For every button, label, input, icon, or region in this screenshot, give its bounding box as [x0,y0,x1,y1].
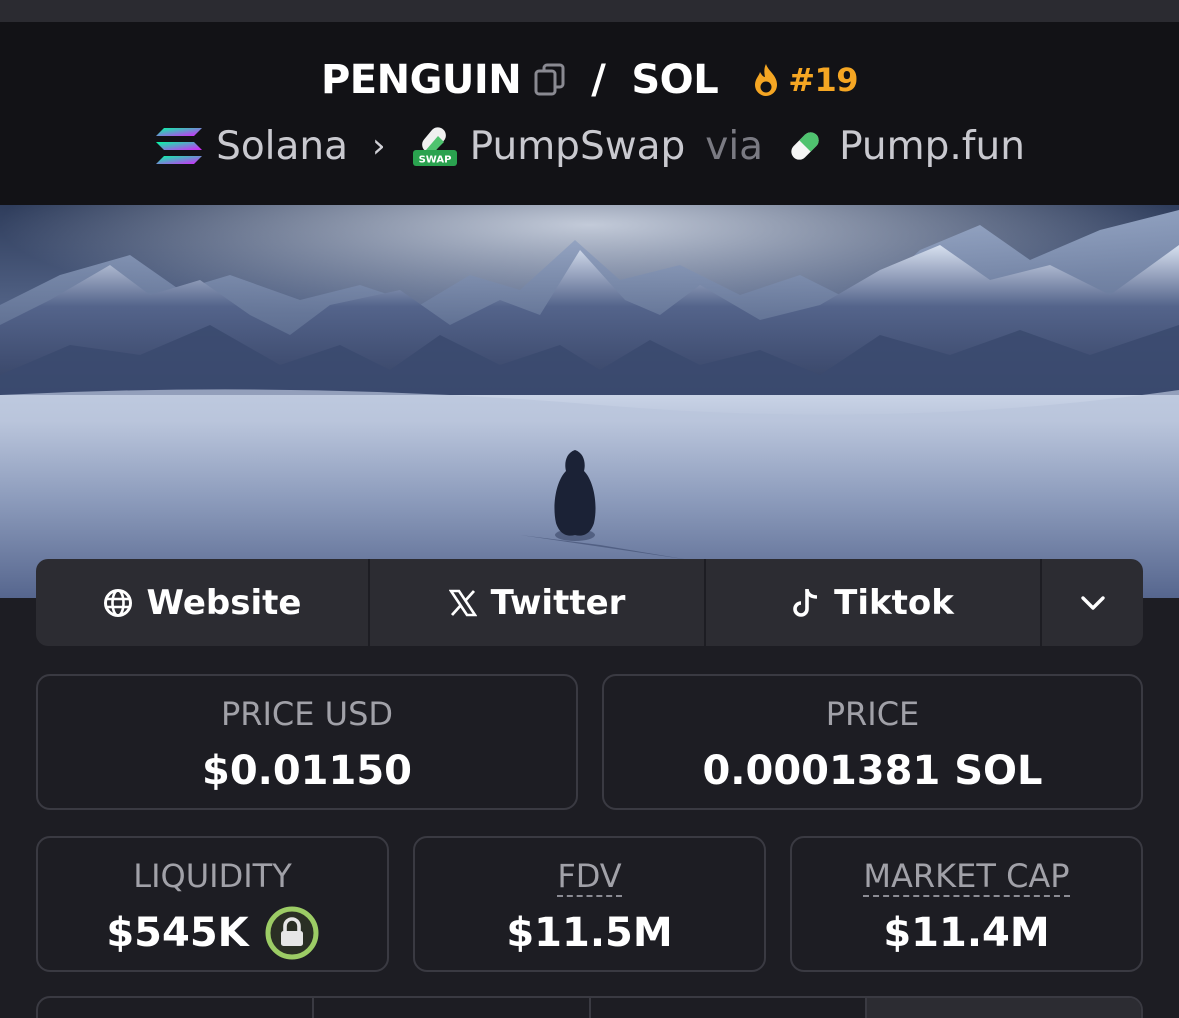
quote-token-symbol: SOL [631,57,719,103]
pair-title: PENGUIN / SOL #19 [0,50,1179,110]
fdv-value: $11.5M [506,910,673,956]
tab-1[interactable] [38,998,315,1018]
copy-icon[interactable] [533,62,567,98]
lock-icon[interactable] [265,906,319,960]
globe-icon [103,588,132,617]
pair-breadcrumb: Solana › SWAP PumpSwap via Pump.fun [0,120,1179,172]
pill-icon [791,132,819,160]
price-usd-value: $0.01150 [201,748,413,794]
x-logo-icon [448,589,477,616]
price-native-card: PRICE 0.0001381 SOL [602,674,1143,810]
pumpswap-logo-icon: SWAP [412,127,457,166]
fdv-label[interactable]: FDV [557,857,622,897]
market-cap-label[interactable]: MARKET CAP [863,857,1070,897]
pair-separator: / [591,57,606,103]
top-strip [0,0,1179,22]
more-links-button[interactable] [1042,559,1143,646]
price-usd-card: PRICE USD $0.01150 [36,674,578,810]
price-usd-label: PRICE USD [220,695,394,733]
chevron-right-icon: › [372,126,386,166]
flame-icon [755,64,778,96]
timeframe-tabs [36,996,1143,1018]
price-native-label: PRICE [825,695,920,733]
trending-rank-badge[interactable]: #19 [750,61,859,99]
token-banner-image [0,205,1179,598]
social-links-bar: Website Twitter Tiktok [36,559,1143,646]
twitter-button[interactable]: Twitter [370,559,706,646]
chain-name[interactable]: Solana [216,124,348,169]
liquidity-value: $545K [106,910,249,956]
base-token-symbol: PENGUIN [320,57,522,103]
tiktok-button[interactable]: Tiktok [706,559,1042,646]
tiktok-logo-icon [793,588,818,617]
tab-2[interactable] [314,998,591,1018]
svg-text:SWAP: SWAP [418,155,451,166]
launchpad-name[interactable]: Pump.fun [839,124,1025,169]
trending-rank: #19 [788,61,859,99]
market-cap-value: $11.4M [883,910,1050,956]
website-button[interactable]: Website [36,559,370,646]
tab-4[interactable] [866,998,1141,1018]
price-native-value: 0.0001381 SOL [702,748,1043,794]
chevron-down-icon [1080,595,1105,610]
twitter-label: Twitter [490,582,626,623]
tiktok-label: Tiktok [834,582,954,623]
liquidity-card: LIQUIDITY $545K [36,836,389,972]
solana-logo-icon [156,128,203,164]
website-label: Website [146,582,302,623]
dex-name[interactable]: PumpSwap [470,124,686,169]
liquidity-value-row: $545K [38,906,387,960]
market-cap-card: MARKET CAP $11.4M [790,836,1143,972]
tab-3[interactable] [591,998,867,1018]
fdv-card: FDV $11.5M [413,836,766,972]
via-label: via [705,123,764,169]
liquidity-label: LIQUIDITY [133,857,292,895]
